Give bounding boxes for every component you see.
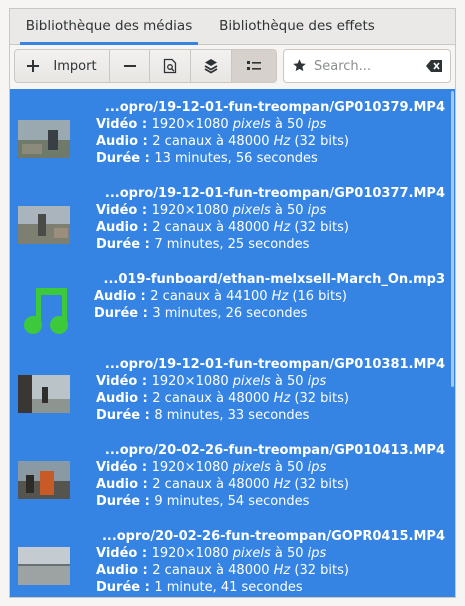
- audio-property: Audio : 2 canaux à 44100 Hz (16 bits): [94, 289, 347, 304]
- video-thumbnail: [18, 461, 70, 499]
- video-thumbnail: [18, 206, 70, 244]
- video-property: Vidéo : 1920×1080 pixels à 50 ips: [96, 117, 327, 132]
- item-info: ...opro/20-02-26-fun-treompan/GOPR0415.M…: [96, 528, 445, 596]
- list-item[interactable]: ...019-funboard/ethan-melxsell-March_On.…: [10, 267, 455, 353]
- audio-property: Audio : 2 canaux à 48000 Hz (32 bits): [96, 391, 349, 406]
- star-icon[interactable]: [292, 58, 307, 73]
- search-input[interactable]: [314, 55, 420, 77]
- media-library-panel: Bibliothèque des médias Bibliothèque des…: [9, 8, 456, 598]
- toolbar: Import: [10, 46, 455, 88]
- tab-effects-library[interactable]: Bibliothèque des effets: [214, 9, 380, 45]
- import-button[interactable]: Import: [15, 50, 110, 82]
- duration-property: Durée : 1 minute, 41 secondes: [96, 580, 303, 595]
- file-name: ...opro/20-02-26-fun-treompan/GOPR0415.M…: [101, 529, 445, 544]
- duration-property: Durée : 9 minutes, 54 secondes: [96, 494, 310, 509]
- list-item[interactable]: ...opro/20-02-26-fun-treompan/GOPR0415.M…: [10, 524, 455, 597]
- video-property: Vidéo : 1920×1080 pixels à 50 ips: [96, 374, 327, 389]
- list-item[interactable]: ...opro/19-12-01-fun-treompan/GP010377.M…: [10, 181, 455, 267]
- clip-properties-button[interactable]: [150, 50, 191, 82]
- search-box: [283, 49, 451, 83]
- remove-button[interactable]: [110, 50, 150, 82]
- import-label: Import: [53, 58, 97, 74]
- video-property: Vidéo : 1920×1080 pixels à 50 ips: [96, 546, 327, 561]
- audio-property: Audio : 2 canaux à 48000 Hz (32 bits): [96, 563, 349, 578]
- file-name: ...opro/20-02-26-fun-treompan/GP010413.M…: [104, 443, 445, 458]
- duration-property: Durée : 7 minutes, 25 secondes: [96, 237, 310, 252]
- list-view-icon: [247, 61, 261, 70]
- toolbar-button-group: Import: [14, 49, 277, 83]
- view-mode-button[interactable]: [232, 50, 276, 82]
- file-name: ...opro/19-12-01-fun-treompan/GP010381.M…: [104, 357, 445, 372]
- video-property: Vidéo : 1920×1080 pixels à 50 ips: [96, 203, 327, 218]
- list-item[interactable]: ...opro/19-12-01-fun-treompan/GP010381.M…: [10, 352, 455, 438]
- item-info: ...opro/19-12-01-fun-treompan/GP010381.M…: [96, 356, 445, 424]
- proxy-icon: [204, 59, 218, 74]
- audio-property: Audio : 2 canaux à 48000 Hz (32 bits): [96, 220, 349, 235]
- item-info: ...opro/20-02-26-fun-treompan/GP010413.M…: [96, 442, 445, 510]
- clip-properties-icon: [163, 58, 177, 74]
- file-name: ...opro/19-12-01-fun-treompan/GP010377.M…: [104, 186, 445, 201]
- tab-bar: Bibliothèque des médias Bibliothèque des…: [10, 9, 455, 45]
- clear-search-icon[interactable]: [426, 60, 442, 72]
- item-info: ...opro/19-12-01-fun-treompan/GP010379.M…: [96, 99, 445, 167]
- minus-icon: [123, 65, 136, 67]
- video-thumbnail: [18, 375, 70, 413]
- plus-icon: [27, 60, 40, 72]
- duration-property: Durée : 8 minutes, 33 secondes: [96, 408, 310, 423]
- media-list[interactable]: ...opro/19-12-01-fun-treompan/GP010379.M…: [10, 89, 455, 597]
- audio-property: Audio : 2 canaux à 48000 Hz (32 bits): [96, 134, 349, 149]
- video-property: Vidéo : 1920×1080 pixels à 50 ips: [96, 460, 327, 475]
- music-note-icon: [24, 288, 68, 334]
- file-name: ...019-funboard/ethan-melxsell-March_On.…: [103, 272, 446, 287]
- video-thumbnail: [18, 120, 70, 158]
- list-item[interactable]: ...opro/19-12-01-fun-treompan/GP010379.M…: [10, 95, 455, 181]
- audio-property: Audio : 2 canaux à 48000 Hz (32 bits): [96, 477, 349, 492]
- list-item[interactable]: ...opro/20-02-26-fun-treompan/GP010413.M…: [10, 438, 455, 524]
- video-thumbnail: [18, 547, 70, 585]
- duration-property: Durée : 13 minutes, 56 secondes: [96, 151, 318, 166]
- duration-property: Durée : 3 minutes, 26 secondes: [94, 306, 308, 321]
- proxy-button[interactable]: [191, 50, 232, 82]
- item-info: ...019-funboard/ethan-melxsell-March_On.…: [94, 271, 445, 322]
- item-info: ...opro/19-12-01-fun-treompan/GP010377.M…: [96, 185, 445, 253]
- tab-media-library[interactable]: Bibliothèque des médias: [20, 9, 198, 45]
- file-name: ...opro/19-12-01-fun-treompan/GP010379.M…: [104, 100, 445, 115]
